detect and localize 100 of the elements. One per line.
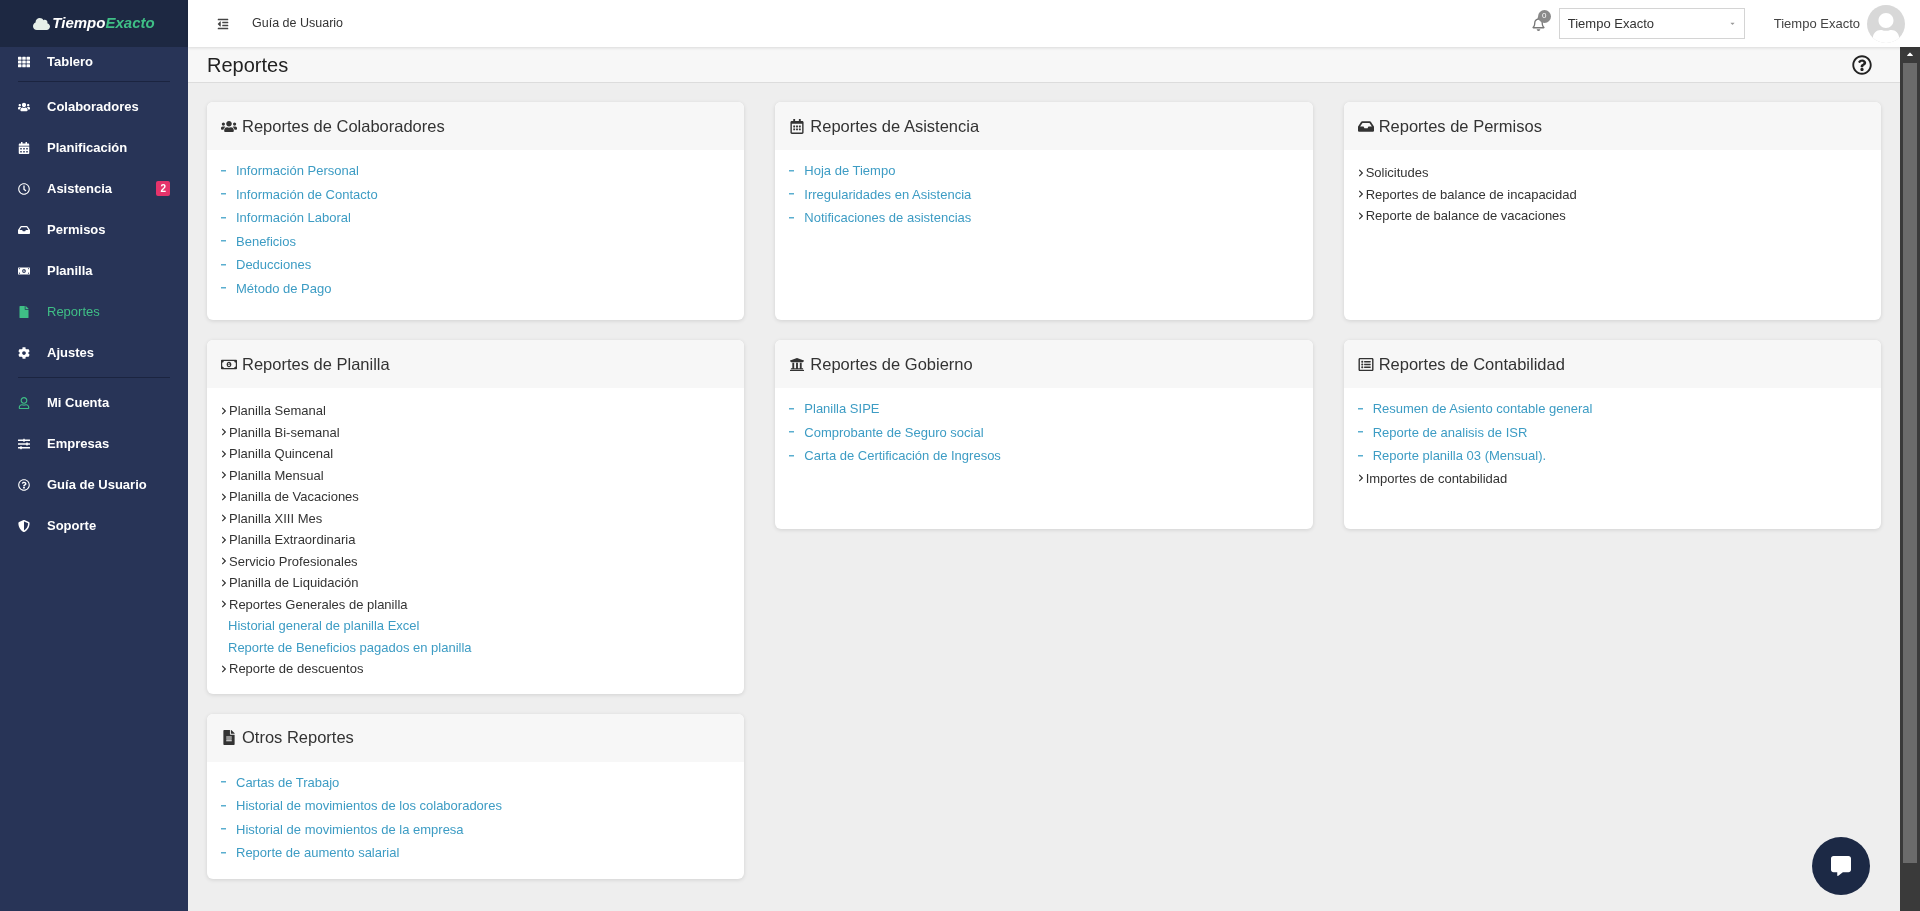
report-group[interactable]: Planilla Semanal xyxy=(229,401,326,421)
sidebar-label: Reportes xyxy=(47,302,101,321)
user-icon xyxy=(18,396,30,409)
chevron-icon xyxy=(221,406,227,415)
sidebar-item[interactable]: Planilla xyxy=(18,250,170,291)
report-group[interactable]: Reportes Generales de planilla xyxy=(229,594,408,614)
sidebar-item[interactable]: Soporte xyxy=(18,505,170,546)
chevron-icon xyxy=(221,664,227,673)
dash-icon xyxy=(221,216,226,219)
banknote-icon xyxy=(18,264,30,277)
sidebar-label: Empresas xyxy=(47,434,111,453)
report-group[interactable]: Reportes de balance de incapacidad xyxy=(1365,184,1577,204)
chevron-icon xyxy=(221,514,227,523)
sidebar-label: Colaboradores xyxy=(47,97,140,116)
report-group[interactable]: Planilla de Vacaciones xyxy=(229,487,359,507)
calendar-icon xyxy=(789,118,806,134)
dash-icon xyxy=(789,193,795,196)
card-title: Reportes de Permisos xyxy=(1378,115,1542,137)
chevron-icon xyxy=(221,471,227,480)
card-title: Otros Reportes xyxy=(242,727,354,749)
chevron-icon xyxy=(221,600,227,609)
chat-button[interactable] xyxy=(1812,837,1870,895)
report-group[interactable]: Importes de contabilidad xyxy=(1365,468,1508,488)
sidebar-label: Planificación xyxy=(47,138,129,157)
report-group[interactable]: Solicitudes xyxy=(1365,163,1429,183)
card-title: Reportes de Planilla xyxy=(242,353,390,375)
sidebar-item[interactable]: Tablero xyxy=(18,47,170,77)
help-icon[interactable] xyxy=(1852,54,1872,75)
notification-badge: 0 xyxy=(1537,9,1551,23)
report-group[interactable]: Planilla Mensual xyxy=(229,465,324,485)
report-group[interactable]: Planilla Extraordinaria xyxy=(229,530,356,550)
report-group[interactable]: Reporte de balance de vacaciones xyxy=(1365,206,1566,226)
calendar-icon xyxy=(18,141,30,154)
sidebar-label: Soporte xyxy=(47,516,98,535)
bank-icon xyxy=(789,356,806,372)
dash-icon xyxy=(789,216,795,219)
user-name[interactable]: Tiempo Exacto xyxy=(1773,13,1860,34)
sidebar-item[interactable]: Mi Cuenta xyxy=(18,382,170,423)
report-group[interactable]: Planilla de Liquidación xyxy=(229,573,359,593)
sidebar-label: Ajustes xyxy=(47,343,95,362)
card-title: Reportes de Gobierno xyxy=(810,353,973,375)
sliders-icon xyxy=(18,437,30,450)
inbox-icon xyxy=(1357,118,1374,134)
sidebar-item[interactable]: Ajustes xyxy=(18,332,170,373)
report-group[interactable]: Planilla XIII Mes xyxy=(229,508,323,528)
dash-icon xyxy=(221,781,226,784)
chat-icon xyxy=(1830,856,1852,876)
scrollbar[interactable] xyxy=(1900,47,1920,911)
logo[interactable]: TiempoExacto xyxy=(0,0,188,47)
dash-icon xyxy=(221,263,226,266)
sidebar-item[interactable]: Reportes xyxy=(18,291,170,332)
file-icon xyxy=(221,730,237,745)
sidebar-label: Asistencia xyxy=(47,179,114,198)
clock-icon xyxy=(18,182,30,195)
chevron-icon xyxy=(1357,168,1364,177)
sidebar-label: Planilla xyxy=(47,261,94,280)
chevron-icon xyxy=(221,428,227,437)
sidebar-label: Tablero xyxy=(47,53,94,72)
chevron-icon xyxy=(1357,211,1364,220)
help-icon xyxy=(18,478,30,491)
company-select[interactable]: Tiempo Exacto xyxy=(1558,8,1745,39)
dash-icon xyxy=(789,169,795,172)
dash-icon xyxy=(1357,407,1363,410)
dash-icon xyxy=(789,431,795,434)
sidebar-item[interactable]: Planificación xyxy=(18,127,170,168)
dash-icon xyxy=(1357,454,1363,457)
report-group[interactable]: Planilla Bi-semanal xyxy=(229,422,340,442)
page-title: Reportes xyxy=(207,52,289,78)
sidebar-item[interactable]: Empresas xyxy=(18,423,170,464)
dash-icon xyxy=(221,851,226,854)
topbar-title[interactable]: Guía de Usuario xyxy=(252,14,344,33)
dash-icon xyxy=(221,169,226,172)
menu-icon[interactable] xyxy=(216,17,230,30)
dash-icon xyxy=(221,828,226,831)
sidebar-label: Mi Cuenta xyxy=(47,393,111,412)
card-title: Reportes de Colaboradores xyxy=(242,115,445,137)
report-group[interactable]: Servicio Profesionales xyxy=(229,551,358,571)
chevron-icon xyxy=(1357,190,1364,199)
report-group[interactable]: Planilla Quincenal xyxy=(229,444,334,464)
caret-icon xyxy=(1728,20,1736,27)
report-group[interactable]: Reporte de descuentos xyxy=(229,659,364,679)
sidebar-item[interactable]: Permisos xyxy=(18,209,170,250)
sidebar-item[interactable]: Colaboradores xyxy=(18,86,170,127)
sidebar-label: Guía de Usuario xyxy=(47,475,148,494)
chevron-icon xyxy=(221,449,227,458)
chevron-icon xyxy=(221,557,227,566)
dash-icon xyxy=(1357,431,1363,434)
chevron-icon xyxy=(1357,474,1364,483)
list-icon xyxy=(1357,356,1374,372)
sidebar-item[interactable]: Asistencia 2 xyxy=(18,168,170,209)
scroll-thumb[interactable] xyxy=(1903,63,1917,863)
count-badge: 2 xyxy=(156,181,170,196)
chevron-icon xyxy=(221,492,227,501)
shield-icon xyxy=(18,519,30,532)
card-title: Reportes de Contabilidad xyxy=(1378,353,1565,375)
sidebar-item[interactable]: Guía de Usuario xyxy=(18,464,170,505)
logo-text: TiempoExacto xyxy=(52,13,155,34)
sidebar-label: Permisos xyxy=(47,220,107,239)
chevron-icon xyxy=(221,578,227,587)
file-icon xyxy=(18,305,30,318)
